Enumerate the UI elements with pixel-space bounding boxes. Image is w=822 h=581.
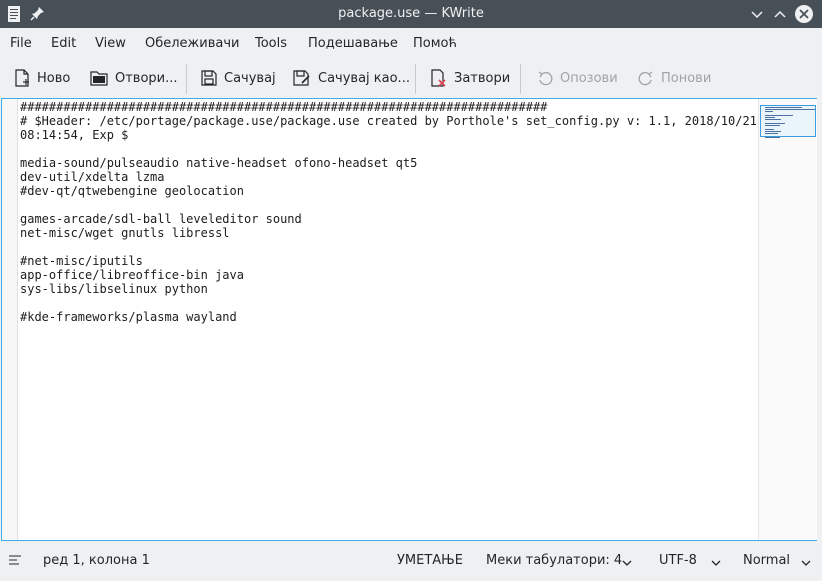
save-button-label: Сачувај — [224, 70, 276, 86]
editor-line[interactable]: games-arcade/sdl-ball leveleditor sound — [20, 212, 758, 226]
save-as-icon — [293, 70, 310, 86]
editor-line[interactable] — [20, 240, 758, 254]
title-bar[interactable]: package.use — KWrite — [0, 0, 822, 28]
menu-bar: File Edit View Обележивачи Tools Подешав… — [0, 28, 822, 60]
editor-line[interactable] — [20, 198, 758, 212]
encoding-setting[interactable]: UTF-8 — [659, 553, 697, 568]
minimize-icon[interactable] — [748, 5, 766, 23]
minimap-line — [765, 123, 785, 124]
minimap-line — [765, 131, 781, 132]
editor-line[interactable]: media-sound/pulseaudio native-headset of… — [20, 156, 758, 170]
main-toolbar: Ново Отвори... Сачувај Сачувај као... За… — [0, 60, 822, 96]
menu-settings[interactable]: Подешавање — [308, 36, 398, 51]
minimap-line — [765, 125, 780, 126]
chevron-down-icon[interactable] — [622, 556, 632, 571]
redo-button-label: Понови — [661, 70, 712, 86]
new-button-label: Ново — [37, 70, 71, 86]
close-button[interactable]: Затвори — [431, 66, 510, 90]
status-bar: ред 1, колона 1 УМЕТАЊЕ Меки табулатори:… — [0, 542, 822, 578]
new-document-icon — [15, 69, 29, 87]
redo-icon — [638, 71, 653, 86]
open-button[interactable]: Отвори... — [90, 66, 178, 90]
editor-line[interactable] — [20, 142, 758, 156]
close-window-icon[interactable] — [794, 4, 813, 23]
menu-view[interactable]: View — [95, 36, 126, 51]
minimap-scrollbar[interactable] — [758, 99, 817, 540]
chevron-down-icon[interactable] — [711, 556, 721, 571]
menu-bookmarks[interactable]: Обележивачи — [145, 36, 239, 51]
editor-text-area[interactable]: ########################################… — [20, 100, 758, 540]
syntax-mode[interactable]: Normal — [743, 553, 790, 568]
open-button-label: Отвори... — [115, 70, 178, 86]
minimap-line — [765, 137, 780, 138]
undo-icon — [538, 71, 553, 86]
close-button-label: Затвори — [454, 70, 511, 86]
editor-line[interactable]: # $Header: /etc/portage/package.use/pack… — [20, 114, 758, 128]
insert-mode[interactable]: УМЕТАЊЕ — [397, 553, 463, 568]
editor-line[interactable]: #dev-qt/qtwebengine geolocation — [20, 184, 758, 198]
close-document-icon — [431, 69, 446, 87]
editor-line[interactable]: dev-util/xdelta lzma — [20, 170, 758, 184]
editor-line[interactable]: net-misc/wget gnutls libressl — [20, 226, 758, 240]
minimap-line — [765, 133, 778, 134]
save-as-button-label: Сачувај као... — [318, 70, 410, 86]
save-icon — [201, 70, 217, 86]
window-title: package.use — KWrite — [338, 6, 484, 21]
minimap-line — [765, 111, 773, 112]
undo-button[interactable]: Опозови — [537, 66, 618, 90]
undo-button-label: Опозови — [560, 70, 618, 86]
minimap-line — [765, 129, 774, 130]
menu-help[interactable]: Помоћ — [413, 36, 457, 51]
editor-line[interactable]: #kde-frameworks/plasma wayland — [20, 310, 758, 324]
editor-gutter[interactable] — [2, 99, 18, 540]
cursor-position[interactable]: ред 1, колона 1 — [43, 553, 150, 568]
editor-line[interactable]: 08:14:54, Exp $ — [20, 128, 758, 142]
save-button[interactable]: Сачувај — [201, 66, 276, 90]
minimap-line — [765, 117, 775, 118]
maximize-icon[interactable] — [771, 5, 789, 23]
menu-file[interactable]: File — [10, 36, 32, 51]
toolbar-separator — [520, 64, 521, 94]
editor-line[interactable] — [20, 296, 758, 310]
minimap-line — [765, 109, 815, 110]
hamburger-menu-icon[interactable] — [8, 554, 22, 570]
indentation-setting[interactable]: Меки табулатори: 4 — [486, 553, 622, 568]
minimap-line — [765, 115, 793, 116]
new-button[interactable]: Ново — [14, 66, 70, 90]
editor-line[interactable]: ########################################… — [20, 100, 758, 114]
editor-line[interactable]: #net-misc/iputils — [20, 254, 758, 268]
save-as-button[interactable]: Сачувај као... — [293, 66, 410, 90]
menu-tools[interactable]: Tools — [255, 36, 287, 51]
editor-line[interactable]: sys-libs/libselinux python — [20, 282, 758, 296]
folder-open-icon — [90, 71, 108, 86]
toolbar-separator — [415, 64, 416, 94]
redo-button[interactable]: Понови — [638, 66, 711, 90]
minimap-line — [765, 107, 802, 108]
editor-line[interactable]: app-office/libreoffice-bin java — [20, 268, 758, 282]
menu-edit[interactable]: Edit — [51, 36, 76, 51]
chevron-down-icon[interactable] — [801, 556, 811, 571]
minimap-line — [765, 119, 781, 120]
editor-view[interactable]: ########################################… — [1, 98, 817, 541]
toolbar-separator — [186, 64, 187, 94]
